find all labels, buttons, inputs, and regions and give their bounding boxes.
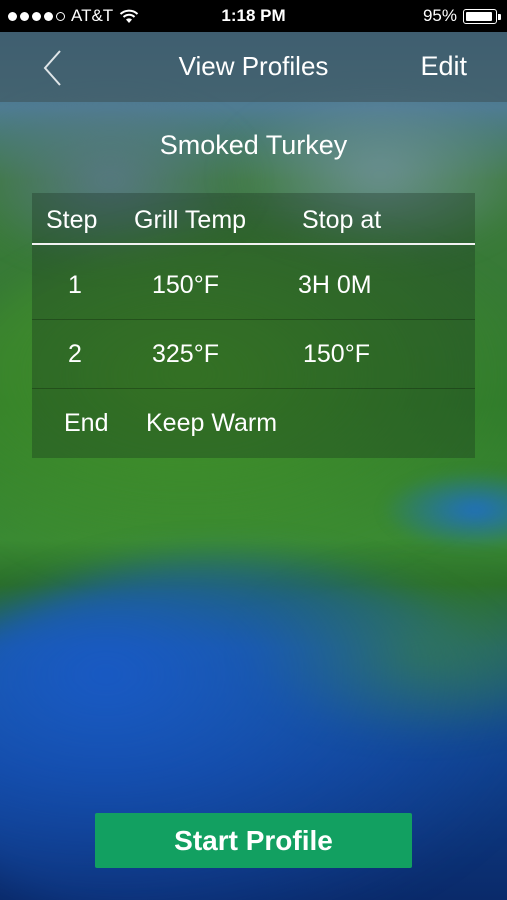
column-header-grill-temp: Grill Temp: [134, 206, 247, 234]
step-number: End: [64, 409, 109, 437]
battery-percent: 95%: [422, 6, 457, 25]
status-bar: AT&T 1:18 PM 95%: [0, 0, 507, 32]
stop-at-value: 3H 0M: [298, 271, 372, 299]
profile-steps-table: Step Grill Temp Stop at 1 150°F 3H 0M 2 …: [32, 193, 475, 458]
column-header-stop-at: Stop at: [302, 206, 382, 234]
start-profile-button[interactable]: Start Profile: [95, 813, 412, 868]
grill-temp-value: Keep Warm: [146, 409, 278, 437]
grill-temp-value: 325°F: [152, 340, 219, 368]
navigation-bar: View Profiles Edit: [0, 32, 507, 102]
table-row: End Keep Warm: [32, 389, 475, 457]
profile-name: Smoked Turkey: [159, 130, 348, 160]
step-number: 1: [68, 271, 82, 299]
table-row: 1 150°F 3H 0M: [32, 251, 475, 320]
grill-temp-value: 150°F: [152, 271, 219, 299]
step-number: 2: [68, 340, 82, 368]
table-header: Step Grill Temp Stop at: [32, 193, 475, 243]
header-divider: [32, 243, 475, 245]
column-header-step: Step: [46, 206, 98, 234]
stop-at-value: 150°F: [303, 340, 370, 368]
table-row: 2 325°F 150°F: [32, 320, 475, 389]
battery-icon: [463, 8, 501, 24]
edit-button[interactable]: Edit: [420, 51, 467, 82]
